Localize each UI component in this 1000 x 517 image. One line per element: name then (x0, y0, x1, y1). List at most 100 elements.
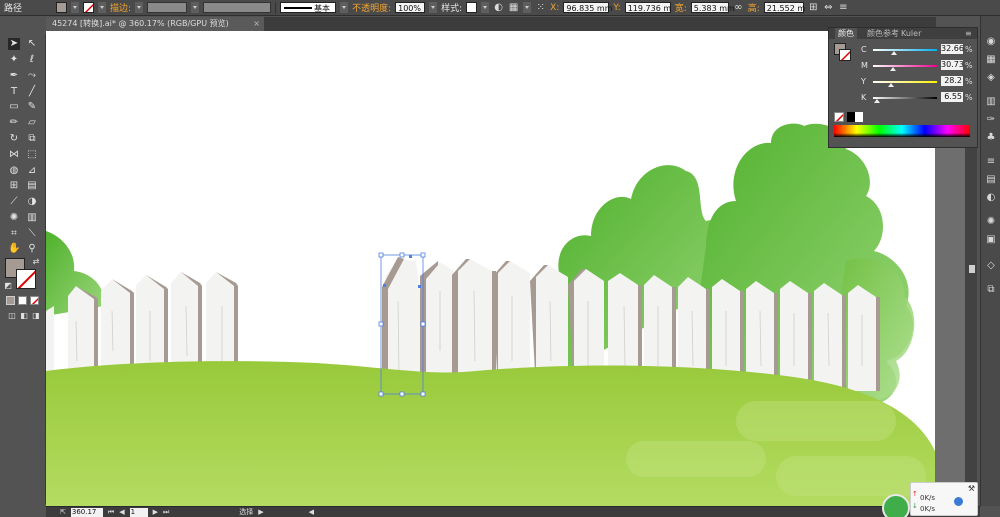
status-text[interactable]: 选择 (239, 507, 253, 517)
flip-icon[interactable]: ⇔ (823, 2, 834, 13)
zoom-tool-icon[interactable]: ⚲ (26, 243, 38, 255)
yellow-slider-knob[interactable] (887, 83, 894, 87)
scroll-left-icon[interactable]: ◀ (309, 508, 314, 516)
symbol-sprayer-tool-icon[interactable]: ✺ (8, 212, 20, 224)
default-colors-icon[interactable]: ◩ (2, 280, 14, 292)
black-slider-knob[interactable] (874, 99, 881, 103)
white-color-button[interactable] (855, 112, 863, 122)
magic-wand-icon[interactable]: ✦ (8, 54, 20, 66)
color-guide-icon[interactable]: ▦ (985, 54, 997, 66)
opacity-field[interactable]: 100% (395, 2, 426, 13)
tab-kuler[interactable]: Kuler (901, 28, 921, 39)
y-field[interactable]: 119.736 m (624, 2, 671, 13)
zoom-field[interactable]: 360.17 (70, 507, 103, 517)
yellow-value[interactable]: 28.2 (941, 76, 963, 86)
stroke-color-box[interactable] (16, 269, 36, 289)
y-label[interactable]: Y: (613, 3, 620, 13)
black-value[interactable]: 6.55 (941, 92, 963, 102)
gradient-mode-icon[interactable] (18, 296, 27, 305)
plus-icon[interactable] (954, 497, 963, 506)
gradient-panel-icon[interactable]: ▤ (985, 174, 997, 186)
panel-menu-icon[interactable]: ≡ (965, 28, 972, 39)
layers-icon[interactable]: ◇ (985, 260, 997, 272)
rectangle-tool-icon[interactable]: ▭ (8, 101, 20, 113)
appearance-icon[interactable]: ✺ (985, 216, 997, 228)
opacity-label[interactable]: 不透明度: (352, 1, 391, 14)
cyan-slider-knob[interactable] (891, 51, 898, 55)
prev-page-icon[interactable]: ◀ (119, 508, 124, 516)
speed-ball-icon[interactable] (882, 494, 910, 517)
artboard-tool-icon[interactable]: ⌗ (8, 228, 20, 240)
yellow-slider[interactable] (873, 81, 937, 83)
width-tool-icon[interactable]: ⋈ (8, 149, 20, 161)
wrench-icon[interactable]: ⚒ (968, 484, 975, 493)
width-field[interactable]: 5.383 mm (690, 2, 735, 13)
magenta-value[interactable]: 30.73 (941, 60, 964, 70)
align-dropdown[interactable] (523, 2, 532, 13)
vertical-scrollbar[interactable] (965, 148, 977, 506)
line-tool-icon[interactable]: ╱ (26, 86, 38, 98)
swap-fill-stroke-icon[interactable]: ⇄ (30, 256, 42, 268)
type-tool-icon[interactable]: T (8, 86, 20, 98)
vertical-scrollbar-thumb[interactable] (969, 265, 975, 273)
close-tab-icon[interactable]: × (253, 17, 260, 31)
black-slider[interactable] (873, 97, 937, 99)
curvature-tool-icon[interactable]: ⤳ (26, 70, 38, 82)
x-field[interactable]: 96.835 mm (563, 2, 612, 13)
transform-panel-icon[interactable]: ⊞ (808, 2, 819, 13)
last-page-icon[interactable]: ⏭ (163, 508, 169, 517)
graphic-style-swatch[interactable] (466, 2, 478, 13)
status-arrow-icon[interactable]: ▶ (258, 508, 263, 516)
stroke-label[interactable]: 描边: (110, 1, 131, 14)
graphic-styles-icon[interactable]: ▣ (985, 234, 997, 246)
artboards-icon[interactable]: ⧉ (985, 284, 997, 296)
variable-width-field[interactable] (203, 2, 272, 13)
link-constrain-icon[interactable]: ∞ (733, 2, 744, 13)
free-transform-tool-icon[interactable]: ⬚ (26, 149, 38, 161)
export-icon[interactable]: ⇱ (60, 508, 66, 516)
none-color-button[interactable] (834, 112, 844, 122)
draw-inside-icon[interactable]: ◨ (30, 310, 42, 322)
stroke-weight-arrow[interactable] (191, 2, 200, 13)
stroke-weight-field[interactable] (147, 2, 188, 13)
panel-menu-icon[interactable]: ≡ (838, 2, 849, 13)
magenta-slider-knob[interactable] (889, 67, 896, 71)
stroke-dropdown[interactable] (98, 2, 107, 13)
align-icon[interactable]: ▦ (508, 2, 519, 13)
black-color-button[interactable] (847, 112, 855, 122)
document-tab[interactable]: 45274 [转换].ai* @ 360.17% (RGB/GPU 预览) × (46, 17, 264, 31)
opacity-dropdown[interactable] (429, 2, 438, 13)
pen-tool-icon[interactable]: ✒ (8, 70, 20, 82)
blend-tool-icon[interactable]: ◑ (26, 196, 38, 208)
height-field[interactable]: 21.552 m (763, 2, 805, 13)
cyan-slider[interactable] (873, 49, 937, 51)
width-label[interactable]: 宽: (675, 1, 687, 14)
pencil-tool-icon[interactable]: ✏ (8, 117, 20, 129)
perspective-grid-tool-icon[interactable]: ⊿ (26, 165, 38, 177)
next-page-icon[interactable]: ▶ (153, 508, 158, 516)
x-label[interactable]: X: (550, 3, 559, 13)
stroke-swatch[interactable] (83, 2, 95, 13)
mesh-tool-icon[interactable]: ⊞ (8, 180, 20, 192)
transform-reference-icon[interactable]: ⁙ (535, 2, 546, 13)
symbols-icon[interactable]: ♣ (985, 132, 997, 144)
cyan-value[interactable]: 32.66 (941, 44, 964, 54)
graph-tool-icon[interactable]: ▥ (26, 212, 38, 224)
fill-swatch[interactable] (56, 2, 68, 13)
selection-tool-icon[interactable]: ➤ (8, 38, 20, 50)
hand-tool-icon[interactable]: ✋ (8, 243, 20, 255)
color-panel-icon[interactable]: ◉ (985, 36, 997, 48)
direct-selection-tool-icon[interactable]: ↖ (26, 38, 38, 50)
draw-normal-icon[interactable]: ◫ (6, 310, 18, 322)
rotate-tool-icon[interactable]: ↻ (8, 133, 20, 145)
paintbrush-tool-icon[interactable]: ✎ (26, 101, 38, 113)
eraser-tool-icon[interactable]: ▱ (26, 117, 38, 129)
transparency-icon[interactable]: ◐ (985, 192, 997, 204)
first-page-icon[interactable]: ⏮ (108, 508, 114, 517)
tab-color-guide[interactable]: 颜色参考 (867, 28, 899, 39)
stroke-panel-icon[interactable]: ≡ (985, 156, 997, 168)
fill-dropdown[interactable] (71, 2, 80, 13)
tab-color[interactable]: 颜色 (835, 28, 857, 39)
eyedropper-tool-icon[interactable]: ⟋ (8, 196, 20, 208)
magenta-slider[interactable] (873, 65, 937, 67)
